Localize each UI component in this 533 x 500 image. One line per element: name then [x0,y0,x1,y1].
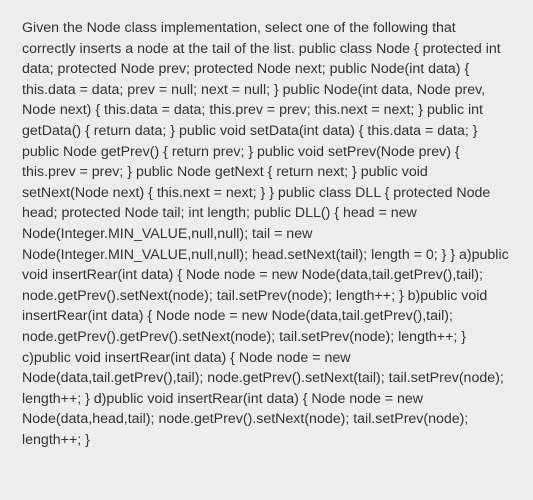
question-body: Given the Node class implementation, sel… [22,20,509,448]
question-text-block: Given the Node class implementation, sel… [22,18,511,450]
